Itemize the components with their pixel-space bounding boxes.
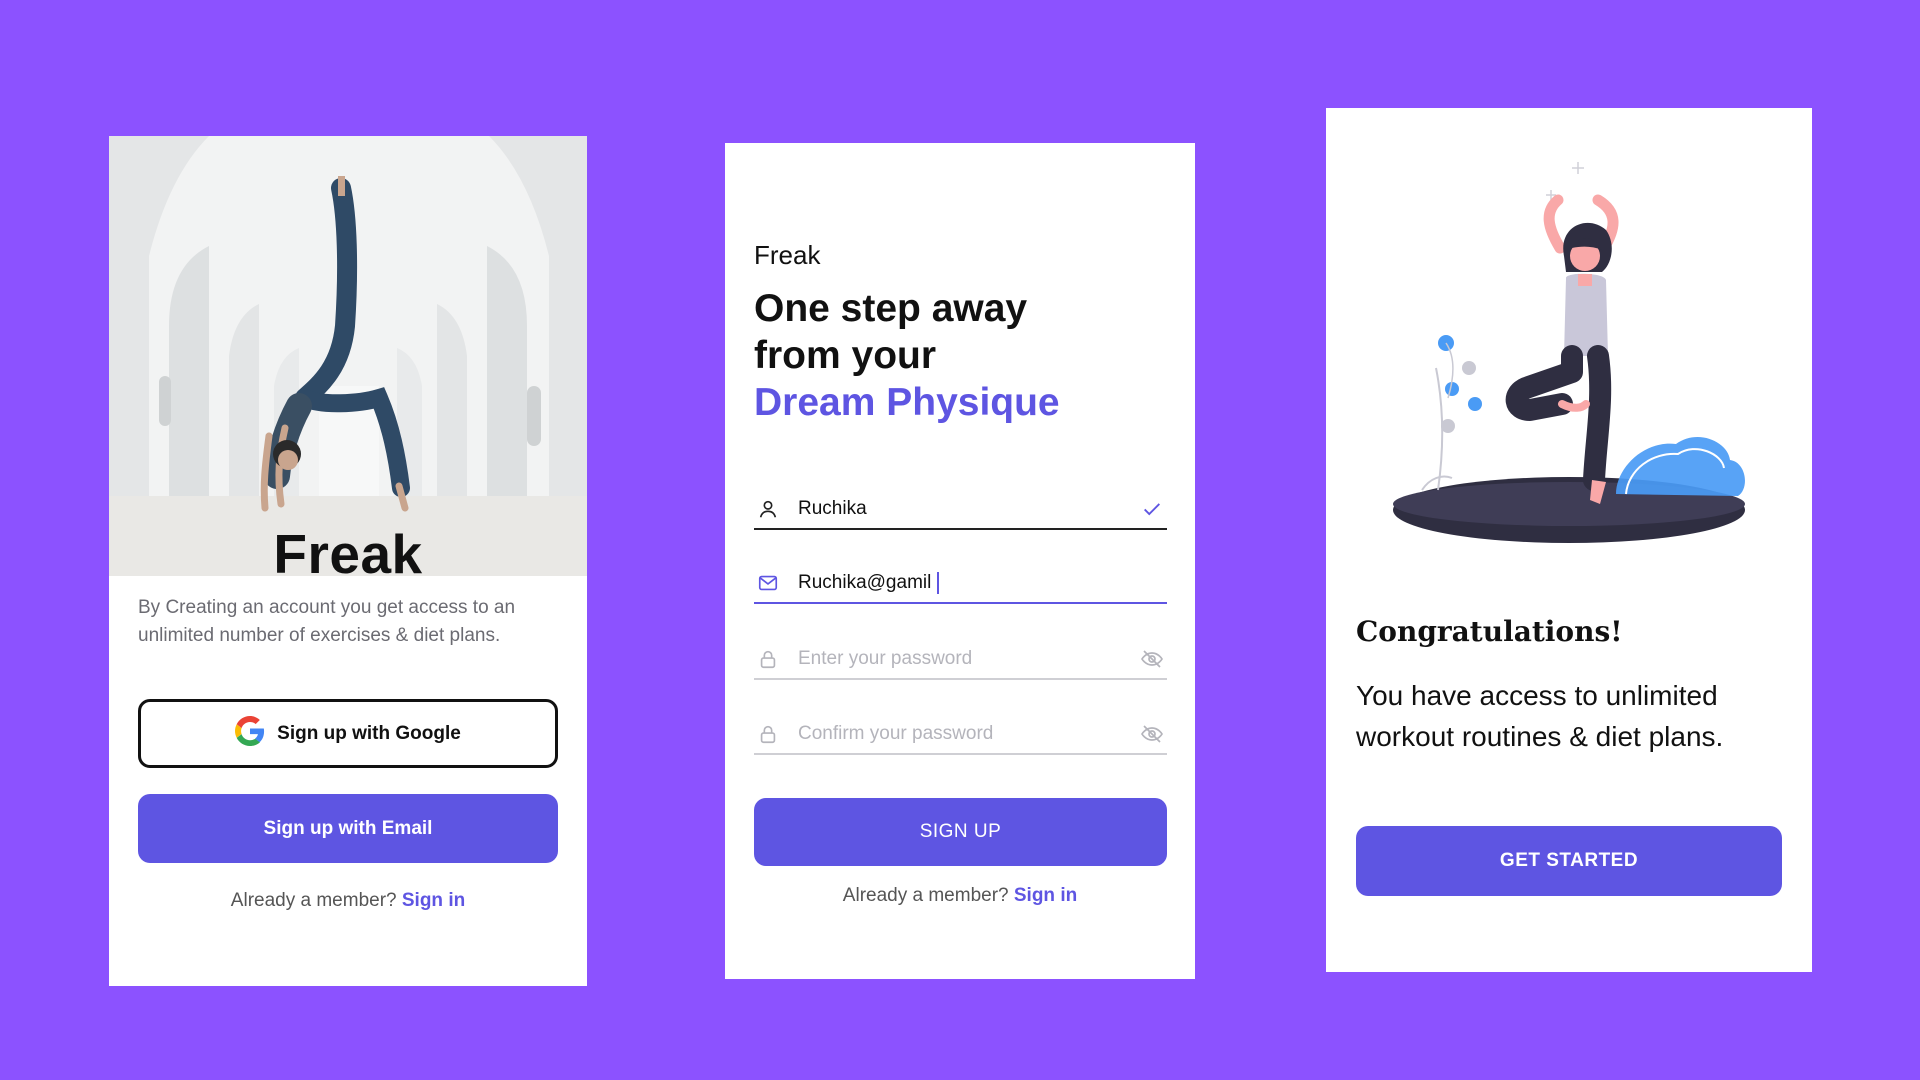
brand-title: Freak [273,523,423,585]
lock-icon [756,722,780,746]
signup-options-screen: Freak By Creating an account you get acc… [109,136,587,986]
google-button-label: Sign up with Google [277,722,461,744]
success-message: You have access to unlimited workout rou… [1356,680,1724,752]
password-field[interactable] [754,640,1167,680]
confirm-password-field[interactable] [754,715,1167,755]
signin-link[interactable]: Sign in [402,890,465,911]
signup-button[interactable]: SIGN UP [754,798,1167,866]
signin-link[interactable]: Sign in [1014,885,1077,906]
signup-description: By Creating an account you get access to… [138,597,516,646]
member-text: Already a member? [230,890,397,911]
brand-title: Freak [754,240,821,270]
success-title: Congratulations! [1356,615,1623,648]
text-caret [937,572,940,594]
headline-line2: from your [754,334,937,377]
name-value: Ruchika [798,498,867,519]
email-value: Ruchika@gamil [798,572,1167,594]
success-screen: Congratulations! You have access to unli… [1326,108,1812,972]
email-signup-button[interactable]: Sign up with Email [138,794,558,863]
google-icon [235,715,265,752]
eye-off-icon[interactable] [1139,721,1165,747]
user-icon [756,497,780,521]
check-icon [1139,496,1165,522]
headline-line1: One step away [754,287,1028,330]
lock-icon [756,647,780,671]
email-field[interactable]: Ruchika@gamil [754,564,1167,604]
password-input[interactable] [798,648,1139,670]
get-started-button[interactable]: GET STARTED [1356,826,1782,896]
yoga-hero-image [109,136,587,576]
email-text: Ruchika@gamil [798,572,932,593]
mail-icon [756,571,780,595]
confirm-password-input[interactable] [798,723,1139,745]
member-prompt: Already a member? Sign in [109,890,587,912]
page-headline: One step away from your Dream Physique [754,285,1174,426]
signup-form-screen: Freak One step away from your Dream Phys… [725,143,1195,979]
yoga-illustration [1393,162,1745,543]
name-field[interactable]: Ruchika [754,490,1167,530]
member-prompt: Already a member? Sign in [725,885,1195,907]
google-signup-button[interactable]: Sign up with Google [138,699,558,768]
headline-accent: Dream Physique [754,381,1060,424]
member-text: Already a member? [842,885,1009,906]
eye-off-icon[interactable] [1139,646,1165,672]
